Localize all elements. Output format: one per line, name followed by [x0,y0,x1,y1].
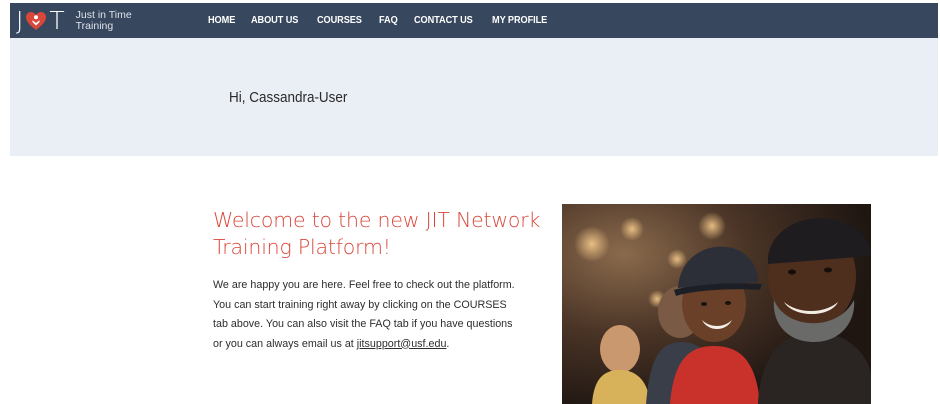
welcome-text-end: . [446,337,450,350]
logo-letter-t: T [49,6,65,35]
brand-name-line1: Just in Time [75,8,132,21]
welcome-heading: Welcome to the new JIT Network Training … [213,208,541,259]
main-nav: HOME ABOUT US COURSES FAQ CONTACT US MY … [208,15,566,26]
greeting-banner: Hi, Cassandra-User [10,38,938,156]
brand-name-line2: Training [75,19,114,32]
nav-my-profile[interactable]: MY PROFILE [492,15,547,26]
top-navbar: J T Just in Time Training HOME ABOUT US … [10,3,938,38]
stadium-fans-photo [562,204,871,404]
logo-mark: J T [16,8,65,33]
brand-name: Just in Time Training [75,8,132,32]
support-email-link[interactable]: jitsupport@usf.edu [357,338,447,350]
nav-contact-us[interactable]: CONTACT US [414,15,473,26]
logo-letter-j: J [16,6,24,35]
nav-home[interactable]: HOME [208,15,235,26]
nav-about-us[interactable]: ABOUT US [251,15,298,26]
nav-faq[interactable]: FAQ [379,15,398,26]
welcome-text: We are happy you are here. Feel free to … [213,276,515,354]
site-logo[interactable]: J T Just in Time Training [10,3,132,38]
heart-hand-icon [26,11,47,30]
user-greeting: Hi, Cassandra-User [229,90,348,106]
nav-courses[interactable]: COURSES [317,15,362,26]
photo-illustration [562,204,871,404]
